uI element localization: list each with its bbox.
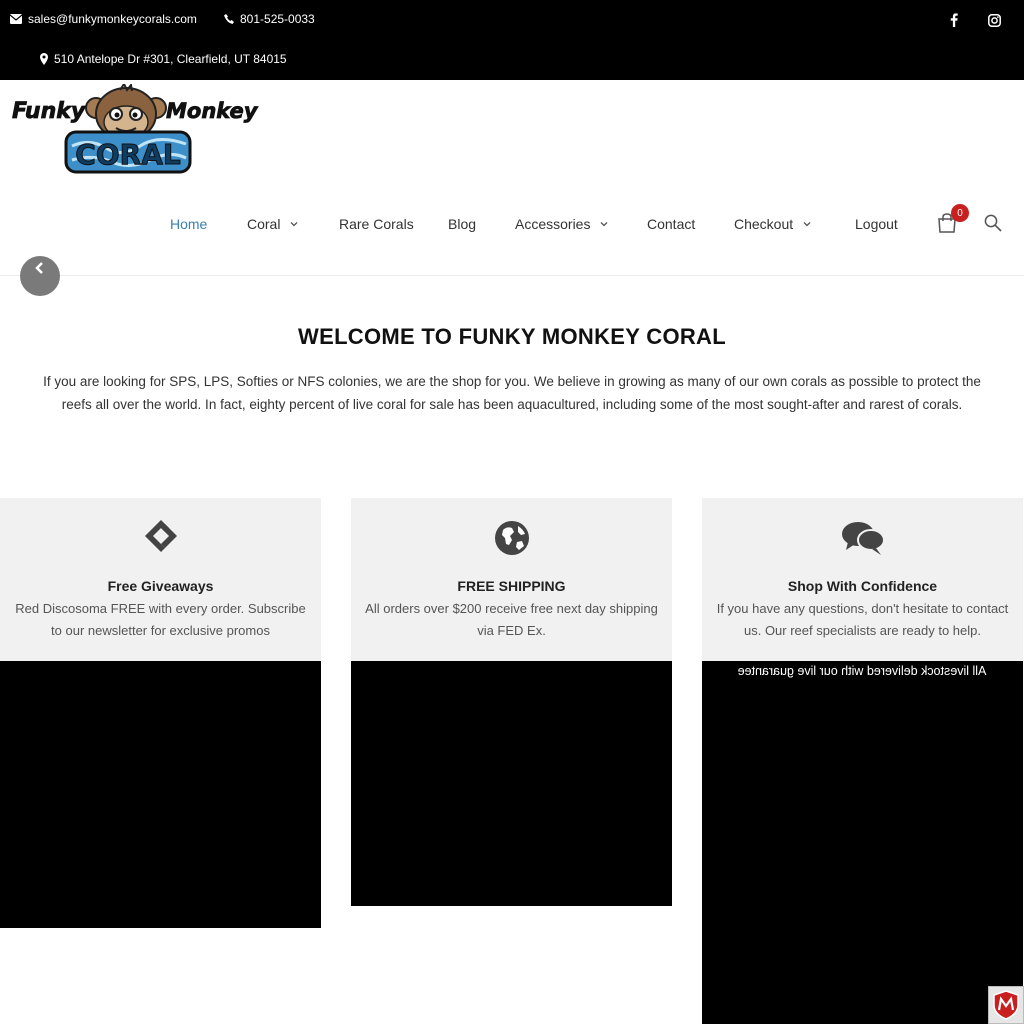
nav-checkout[interactable]: Checkout [734,216,811,232]
cart-count-badge: 0 [951,204,969,222]
funky-monkey-coral-logo: Funky Monkey CORAL [12,82,259,174]
nav-home[interactable]: Home [170,216,207,232]
media-block-left [0,661,321,928]
nav-accessories[interactable]: Accessories [515,216,608,232]
chevron-left-icon [35,262,43,274]
feature-description: All orders over $200 receive free next d… [365,601,658,638]
search-button[interactable] [984,214,1002,232]
envelope-icon [10,14,22,24]
facebook-link[interactable] [946,12,962,28]
nav-logout-label: Logout [855,216,898,232]
welcome-heading: WELCOME TO FUNKY MONKEY CORAL [298,324,726,349]
site-logo[interactable]: Funky Monkey CORAL [10,82,262,176]
nav-blog-label: Blog [448,216,477,232]
security-badge[interactable] [988,986,1024,1024]
main-navigation: Home Coral Rare Corals Blog Accessories … [0,216,1024,236]
phone-link[interactable]: 801-525-0033 [224,12,315,26]
logo-word-monkey: Monkey [166,99,259,123]
logo-word-coral: CORAL [75,138,181,171]
chevron-down-icon [291,222,298,227]
nav-coral[interactable]: Coral [247,216,298,232]
feature-card-giveaways: Free Giveaways Red Discosoma FREE with e… [0,498,321,661]
chat-bubbles-icon [841,522,884,555]
email-link[interactable]: sales@funkymonkeycorals.com [10,12,197,26]
chevron-down-icon [601,222,608,227]
feature-card-shipping: FREE SHIPPING All orders over $200 recei… [351,498,672,661]
nav-contact[interactable]: Contact [647,216,695,232]
nav-coral-label: Coral [247,216,281,232]
globe-icon [494,521,529,555]
feature-card-confidence: Shop With Confidence If you have any que… [702,498,1023,661]
nav-rare-corals-label: Rare Corals [339,216,414,232]
address-link[interactable]: 510 Antelope Dr #301, Clearfield, UT 840… [40,52,287,66]
nav-blog[interactable]: Blog [448,216,476,232]
map-pin-icon [40,53,48,65]
slider-prev-button[interactable] [20,256,60,296]
feature-title: Free Giveaways [107,578,214,594]
instagram-link[interactable] [986,12,1002,28]
nav-logout[interactable]: Logout [855,216,898,232]
nav-checkout-label: Checkout [734,216,794,232]
nav-rare-corals[interactable]: Rare Corals [339,216,414,232]
media-block-center [351,661,672,906]
search-icon [984,214,1002,232]
address-text: 510 Antelope Dr #301, Clearfield, UT 840… [54,52,287,66]
feature-title: Shop With Confidence [787,578,938,594]
feature-description: If you have any questions, don't hesitat… [716,601,1009,638]
shield-icon [993,990,1019,1020]
mirrored-caption: All livestock delivered with our live gu… [737,664,987,678]
instagram-icon [987,13,1001,27]
email-text: sales@funkymonkeycorals.com [28,12,197,26]
nav-home-label: Home [170,216,208,232]
feature-description: Red Discosoma FREE with every order. Sub… [15,601,306,638]
media-block-right [702,661,1023,1024]
feature-title: FREE SHIPPING [457,578,566,594]
logo-word-funky: Funky [12,99,87,124]
phone-text: 801-525-0033 [240,12,315,26]
nav-accessories-label: Accessories [515,216,591,232]
nav-contact-label: Contact [647,216,696,232]
site-header: Funky Monkey CORAL Home Coral Rare Coral… [0,80,1024,276]
welcome-paragraph: If you are looking for SPS, LPS, Softies… [43,374,981,412]
chevron-down-icon [803,222,811,227]
phone-icon [224,14,234,24]
top-contact-bar: sales@funkymonkeycorals.com 801-525-0033… [0,0,1024,80]
facebook-icon [950,13,958,27]
link-diamond-icon [144,520,177,552]
